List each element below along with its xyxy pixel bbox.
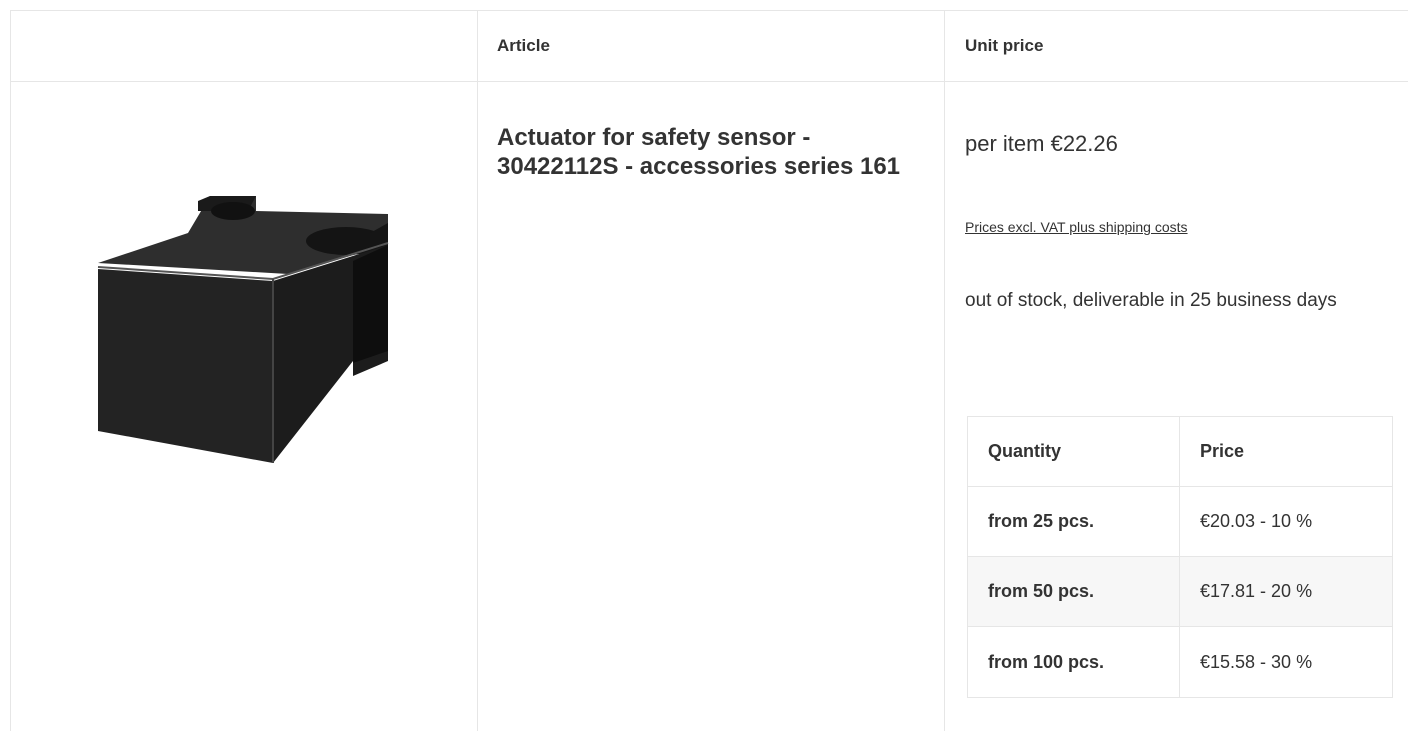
tier-header-quantity: Quantity <box>968 417 1180 486</box>
table-header-separator <box>10 81 1408 82</box>
column-header-article: Article <box>497 36 550 55</box>
tier-header-row: Quantity Price <box>968 417 1392 487</box>
tier-quantity: from 25 pcs. <box>968 487 1180 556</box>
table-divider-article <box>477 11 478 731</box>
table-divider-unit-price <box>944 11 945 731</box>
tier-price: €17.81 - 20 % <box>1200 581 1313 601</box>
table-row: from 50 pcs. €17.81 - 20 % <box>968 557 1392 627</box>
column-header-unit-price: Unit price <box>965 36 1044 55</box>
tier-quantity: from 100 pcs. <box>968 627 1180 697</box>
vat-shipping-link[interactable]: Prices excl. VAT plus shipping costs <box>965 219 1188 235</box>
table-border-left <box>10 11 11 731</box>
stock-status: out of stock, deliverable in 25 business… <box>965 290 1337 311</box>
product-title[interactable]: Actuator for safety sensor - 30422112S -… <box>497 123 917 181</box>
quantity-price-table: Quantity Price from 25 pcs. €20.03 - 10 … <box>967 416 1393 698</box>
table-row: from 25 pcs. €20.03 - 10 % <box>968 487 1392 557</box>
unit-price: per item €22.26 <box>965 131 1118 156</box>
table-row: from 100 pcs. €15.58 - 30 % <box>968 627 1392 697</box>
product-table: Article Unit price Actuator for safety s… <box>10 10 1408 731</box>
tier-price: €20.03 - 10 % <box>1200 511 1313 531</box>
product-image[interactable] <box>88 181 398 476</box>
tier-header-price: Price <box>1200 441 1245 461</box>
tier-price: €15.58 - 30 % <box>1200 651 1313 672</box>
tier-quantity: from 50 pcs. <box>968 557 1180 626</box>
